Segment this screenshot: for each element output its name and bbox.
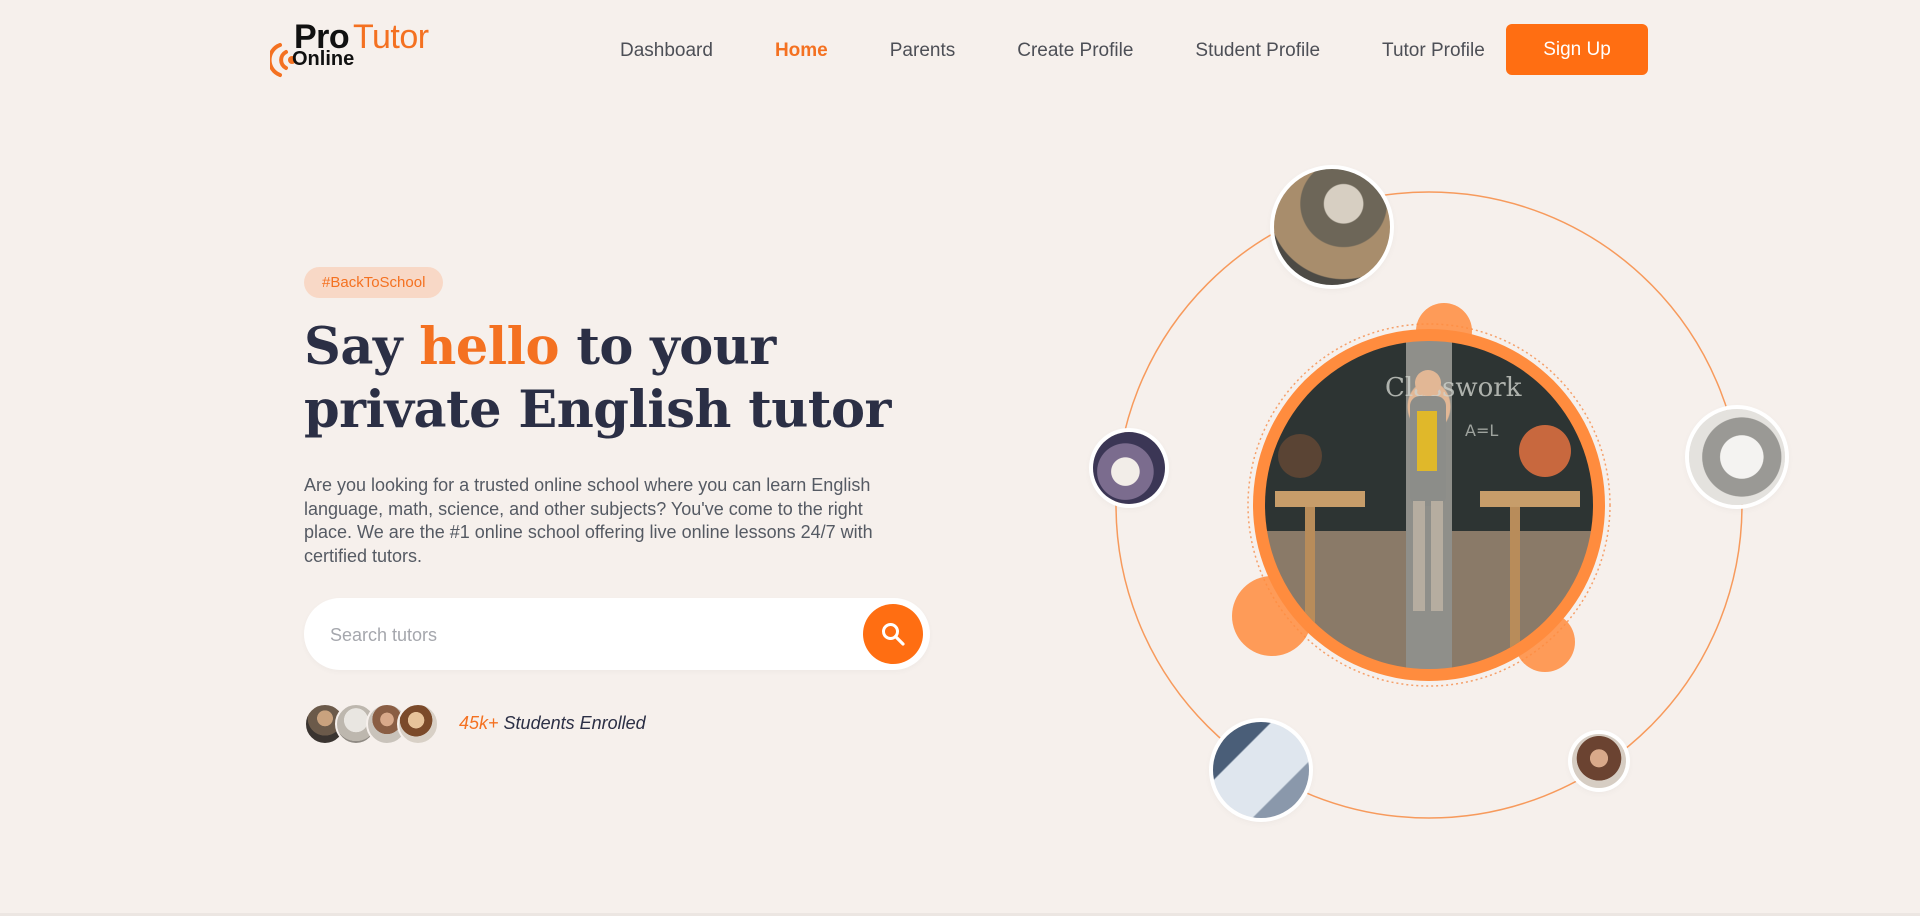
hero-description: Are you looking for a trusted online sch… <box>304 475 873 566</box>
search-button[interactable] <box>863 604 923 664</box>
orbit-photo-right <box>1689 409 1785 505</box>
nav-item-parents[interactable]: Parents <box>890 39 955 63</box>
orbit-photo-bottom-right <box>1572 734 1626 788</box>
enrolled-stat: 45k+ Students Enrolled <box>459 713 646 734</box>
main-nav: Dashboard Home Parents Create Profile St… <box>620 39 1547 63</box>
headline-highlight: hello <box>419 317 560 377</box>
orbit-photo-bottom-left <box>1213 722 1309 818</box>
svg-text:Classwork: Classwork <box>1385 373 1522 403</box>
nav-item-dashboard[interactable]: Dashboard <box>620 39 713 63</box>
nav-item-create-profile[interactable]: Create Profile <box>1017 39 1133 63</box>
classroom-illustration: Classwork A=L <box>1275 370 1580 647</box>
headline-after: to your <box>559 317 776 377</box>
hero-headline: Say hello to your private English tutor <box>304 316 891 442</box>
nav-item-tutor-profile[interactable]: Tutor Profile <box>1382 39 1485 63</box>
hashtag-badge: #BackToSchool <box>304 267 444 298</box>
search-bar <box>304 598 930 672</box>
nav-item-student-profile[interactable]: Student Profile <box>1195 39 1320 63</box>
search-input[interactable] <box>328 598 852 672</box>
enrolled-label: Students Enrolled <box>498 713 646 733</box>
avatar <box>397 703 439 745</box>
orbit-photo-left <box>1093 432 1165 504</box>
headline-before: Say <box>304 317 420 377</box>
signup-button[interactable]: Sign Up <box>1506 24 1648 75</box>
brand-name-tutor: Tutor <box>353 18 429 56</box>
hero-illustration: Classwork A=L <box>1080 160 1820 840</box>
svg-text:A=L: A=L <box>1465 421 1498 440</box>
brand-logo[interactable]: Pro Tutor Online <box>270 18 450 80</box>
nav-item-home[interactable]: Home <box>775 39 828 63</box>
orbit-photo-top <box>1274 169 1390 285</box>
search-icon <box>882 623 905 646</box>
headline-line2: private English tutor <box>304 380 891 440</box>
enrolled-count: 45k+ <box>459 713 499 733</box>
main-classroom-photo: Classwork A=L <box>1265 341 1593 669</box>
brand-name-online: Online <box>292 48 355 70</box>
